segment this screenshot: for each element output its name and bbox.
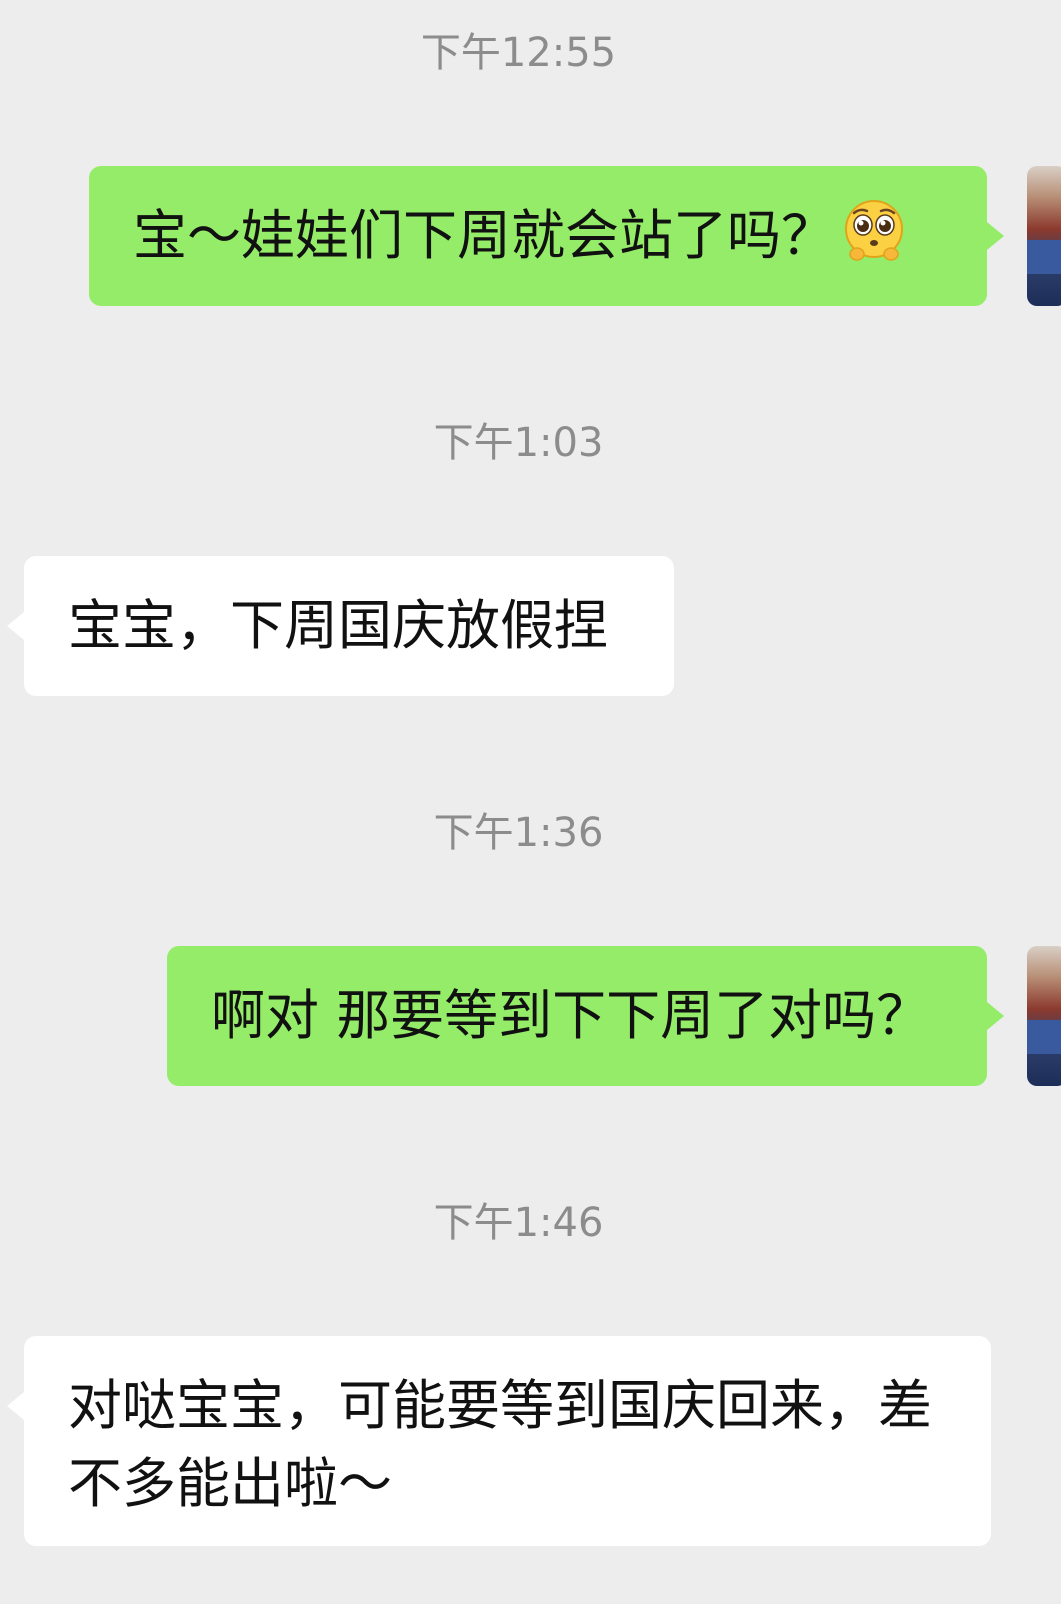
message-bubble-incoming[interactable]: 对哒宝宝，可能要等到国庆回来，差 不多能出啦～ <box>7 1336 991 1546</box>
message-text: 宝～娃娃们下周就会站了吗？ <box>133 204 835 267</box>
avatar[interactable] <box>1027 946 1061 1086</box>
bubble-tail <box>987 1002 1004 1030</box>
pleading-face-icon <box>841 198 907 285</box>
bubble-tail <box>7 1392 24 1420</box>
timestamp: 下午12:55 <box>420 30 617 76</box>
message-bubble-outgoing[interactable]: 宝～娃娃们下周就会站了吗？ <box>89 166 1004 306</box>
message-text-line: 对哒宝宝，可能要等到国庆回来，差 <box>68 1374 932 1437</box>
message-text: 宝宝，下周国庆放假捏 <box>68 594 608 657</box>
timestamp: 下午1:03 <box>433 420 604 466</box>
avatar-detail <box>1027 240 1061 274</box>
message-text: 啊对 那要等到下下周了对吗？ <box>211 984 931 1047</box>
message-bubble-outgoing[interactable]: 啊对 那要等到下下周了对吗？ <box>167 946 1004 1086</box>
message-text-line: 不多能出啦～ <box>68 1452 392 1515</box>
message-bubble-incoming[interactable]: 宝宝，下周国庆放假捏 <box>7 556 674 696</box>
avatar[interactable] <box>1027 166 1061 306</box>
timestamp: 下午1:46 <box>433 1200 604 1246</box>
bubble-tail <box>987 222 1004 250</box>
timestamp: 下午1:36 <box>433 810 604 856</box>
bubble-tail <box>7 612 24 640</box>
avatar-detail <box>1027 1020 1061 1054</box>
